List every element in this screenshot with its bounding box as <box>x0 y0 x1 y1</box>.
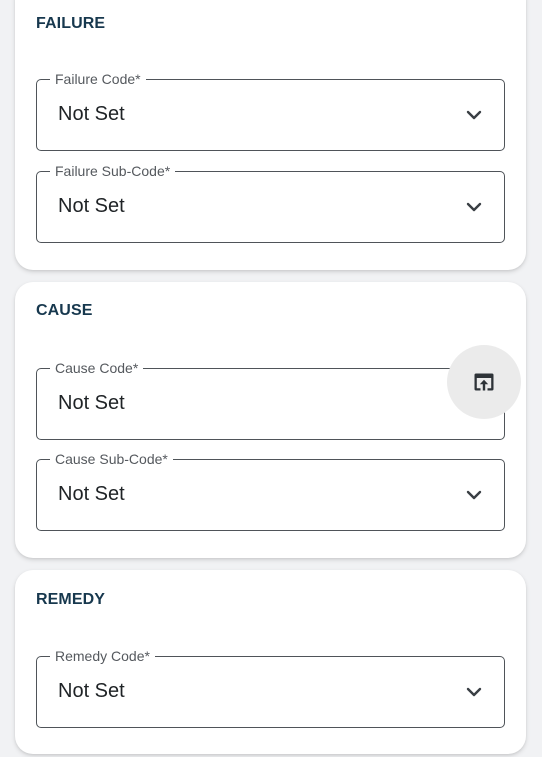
remedy-card: REMEDY Remedy Code* Not Set <box>15 570 526 754</box>
cause-card: CAUSE Cause Code* Not Set Cause Sub-Code… <box>15 282 526 558</box>
remedy-code-label: Remedy Code* <box>50 648 155 664</box>
cause-sub-code-value: Not Set <box>58 483 125 505</box>
cause-sub-code-label: Cause Sub-Code* <box>50 451 173 467</box>
remedy-code-value: Not Set <box>58 680 125 702</box>
cause-code-dropdown[interactable]: Cause Code* Not Set <box>36 360 505 440</box>
failure-cause-remedy-form: FAILURE Failure Code* Not Set Failure Su… <box>0 0 542 757</box>
remedy-code-dropdown[interactable]: Remedy Code* Not Set <box>36 648 505 728</box>
chevron-down-icon <box>466 490 482 500</box>
open-in-browser-button[interactable] <box>447 345 521 419</box>
failure-sub-code-dropdown[interactable]: Failure Sub-Code* Not Set <box>36 163 505 243</box>
failure-sub-code-label: Failure Sub-Code* <box>50 163 176 179</box>
chevron-down-icon <box>466 110 482 120</box>
failure-code-dropdown[interactable]: Failure Code* Not Set <box>36 71 505 151</box>
chevron-down-icon <box>466 687 482 697</box>
open-in-browser-icon <box>474 373 494 391</box>
cause-sub-code-dropdown[interactable]: Cause Sub-Code* Not Set <box>36 451 505 531</box>
remedy-section-title: REMEDY <box>36 591 106 608</box>
cause-code-label: Cause Code* <box>50 360 144 376</box>
cause-code-value: Not Set <box>58 392 125 414</box>
failure-code-value: Not Set <box>58 103 125 125</box>
failure-section-title: FAILURE <box>36 15 106 32</box>
failure-sub-code-value: Not Set <box>58 195 125 217</box>
cause-section-title: CAUSE <box>36 302 93 319</box>
chevron-down-icon <box>466 202 482 212</box>
failure-card: FAILURE Failure Code* Not Set Failure Su… <box>15 0 526 270</box>
failure-code-label: Failure Code* <box>50 71 146 87</box>
